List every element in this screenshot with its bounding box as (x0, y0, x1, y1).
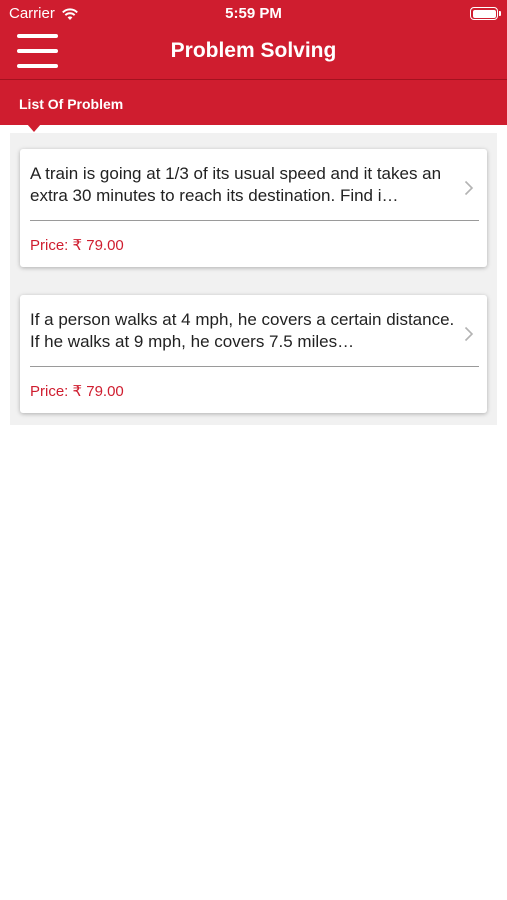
problem-text: A train is going at 1/3 of its usual spe… (30, 164, 442, 205)
problem-list: A train is going at 1/3 of its usual spe… (10, 133, 497, 425)
chevron-right-icon (464, 326, 474, 342)
card-divider (30, 366, 479, 367)
battery-icon (470, 7, 501, 20)
problem-card[interactable]: A train is going at 1/3 of its usual spe… (20, 149, 487, 267)
navbar-divider (0, 79, 507, 80)
problem-card[interactable]: If a person walks at 4 mph, he covers a … (20, 295, 487, 413)
chevron-right-icon (464, 180, 474, 196)
problem-price: Price: ₹ 79.00 (30, 237, 124, 254)
app-header: Carrier 5:59 PM Problem Solving List Of … (0, 0, 507, 125)
problem-price: Price: ₹ 79.00 (30, 383, 124, 400)
card-divider (30, 220, 479, 221)
problem-text: If a person walks at 4 mph, he covers a … (30, 310, 455, 351)
tab-indicator-arrow (27, 124, 41, 132)
tab-list-of-problem[interactable]: List Of Problem (19, 96, 123, 112)
navigation-bar: Problem Solving (0, 28, 507, 79)
status-bar: Carrier 5:59 PM (0, 0, 507, 28)
page-title: Problem Solving (170, 39, 337, 62)
status-time: 5:59 PM (225, 5, 282, 22)
